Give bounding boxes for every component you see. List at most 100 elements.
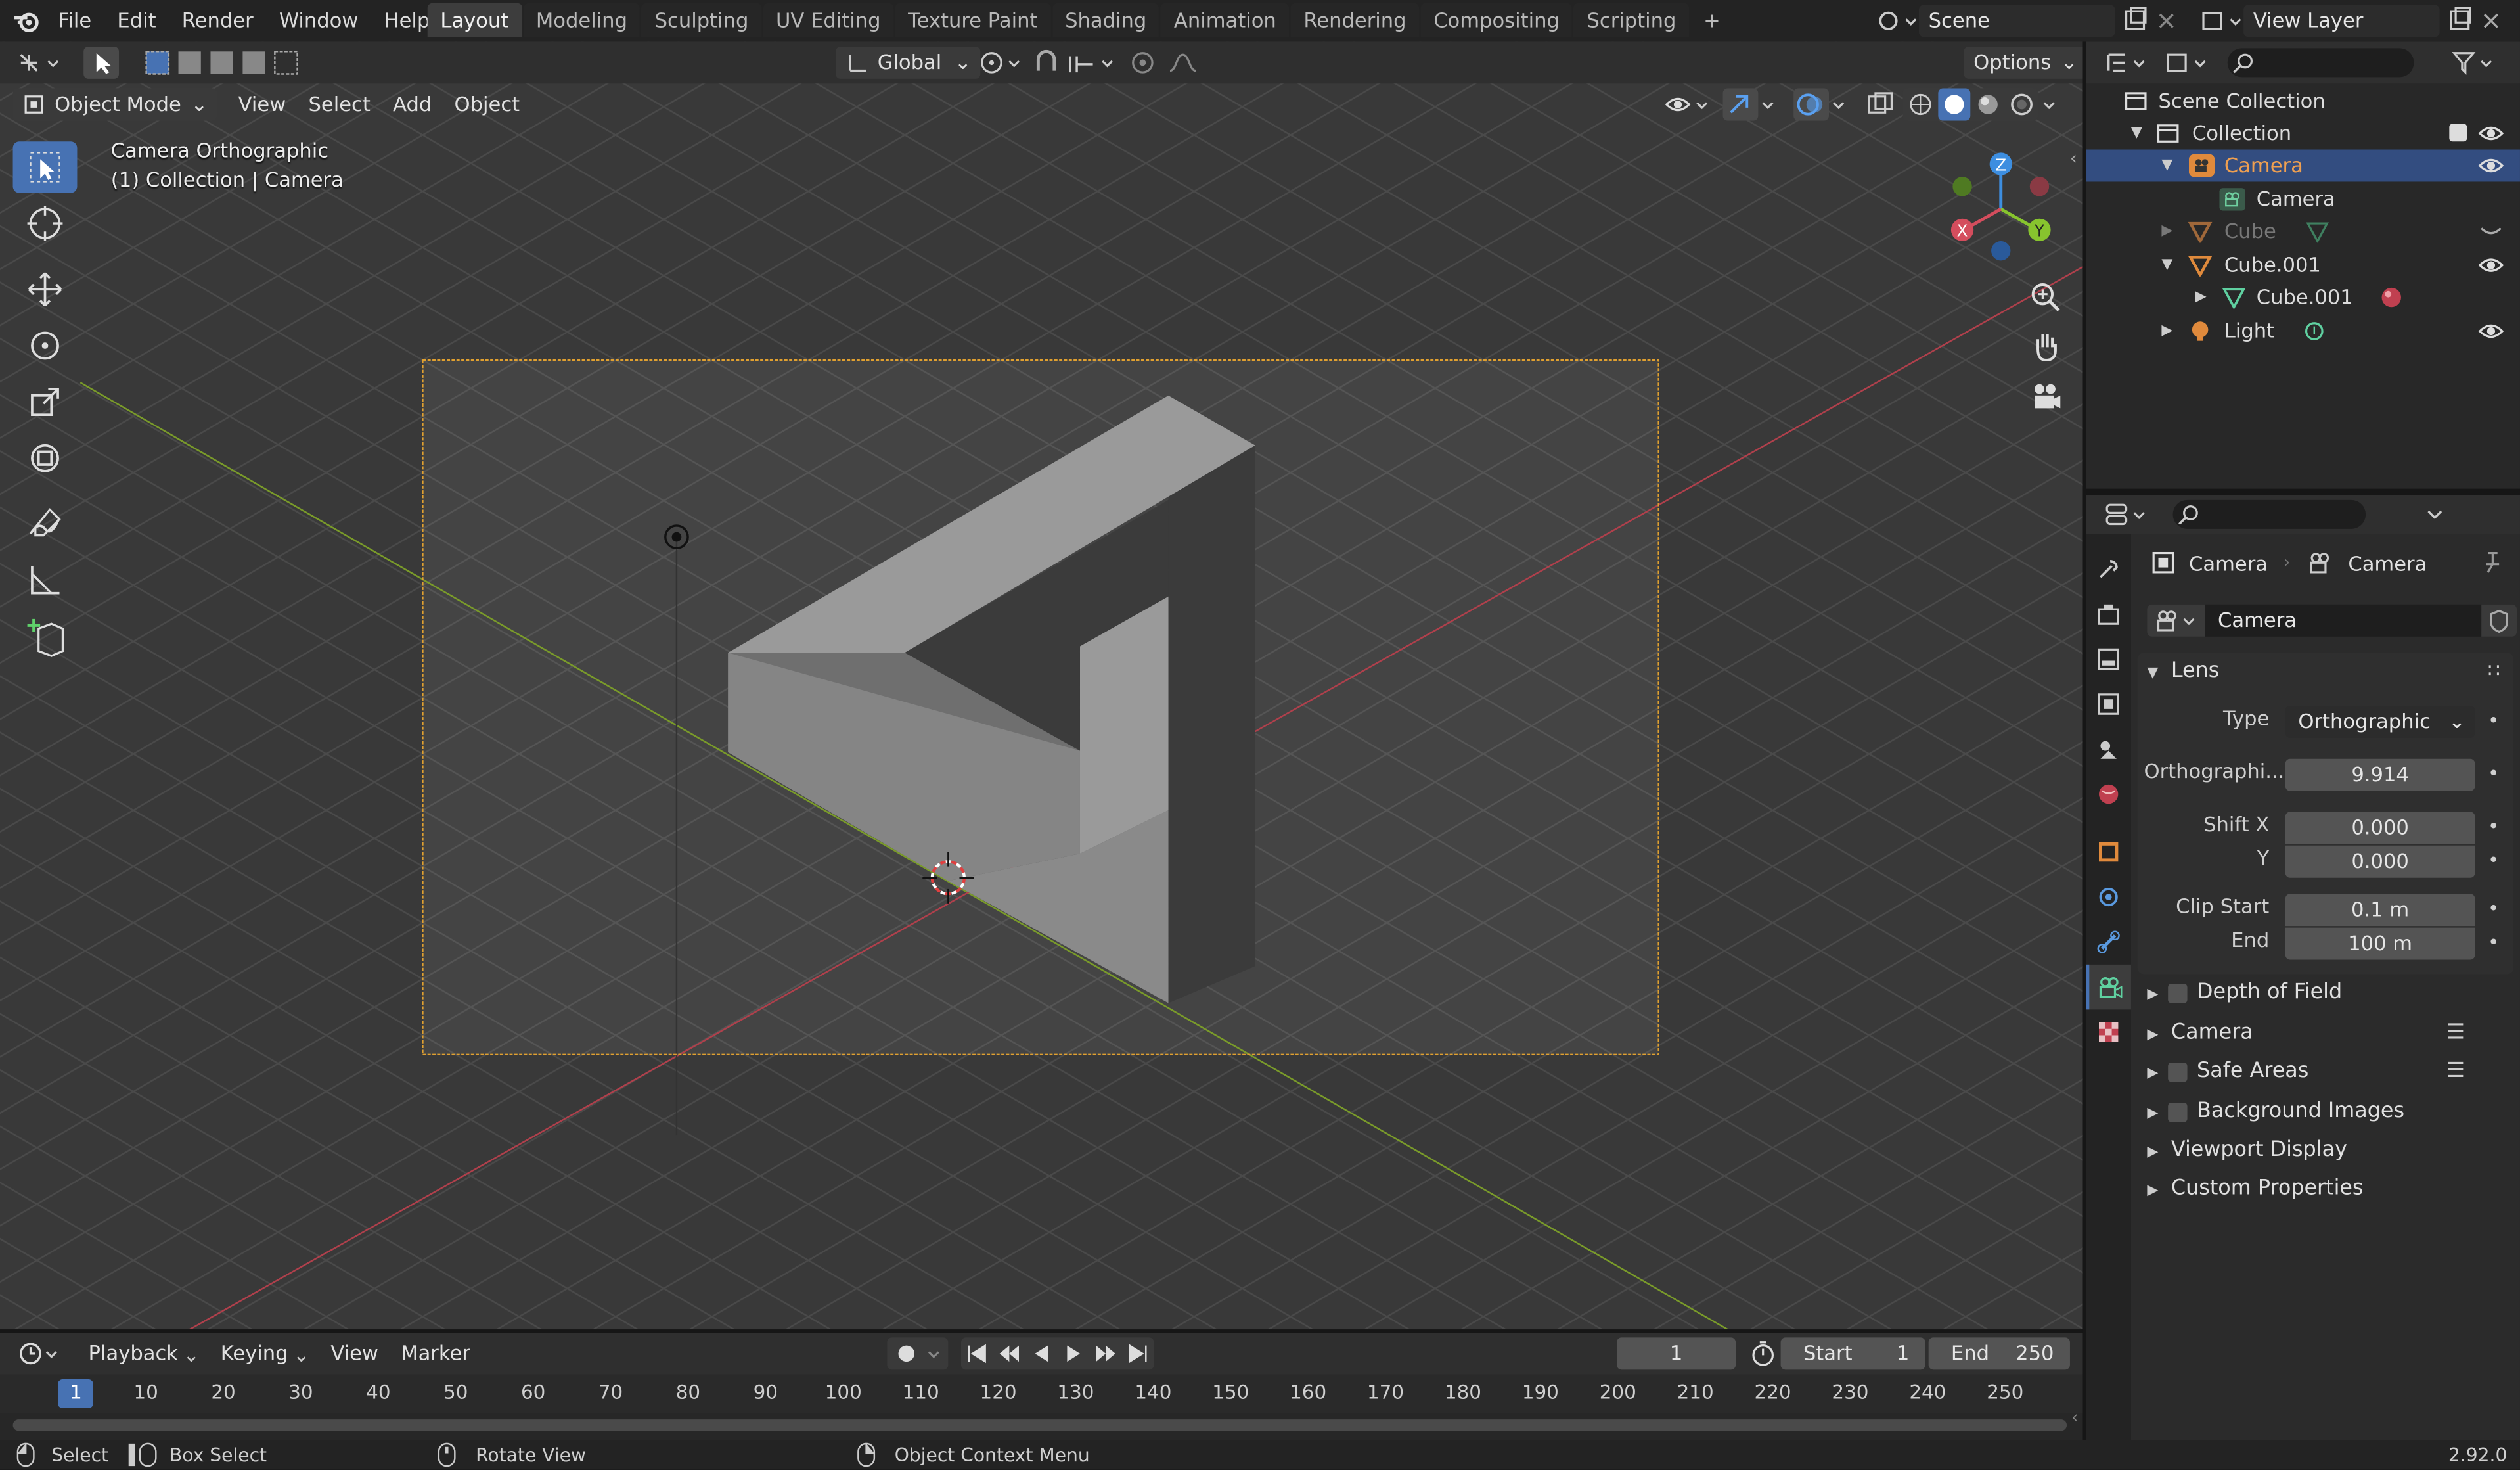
xray-toggle-icon[interactable] bbox=[1864, 89, 1897, 121]
clip-start-field[interactable]: 0.1 m bbox=[2285, 894, 2475, 927]
scene-name-field[interactable]: Scene bbox=[1919, 5, 2115, 37]
region-arrow-icon[interactable]: ‹ bbox=[2071, 1410, 2078, 1427]
record-button[interactable] bbox=[887, 1337, 949, 1370]
tab-render[interactable] bbox=[2086, 591, 2130, 636]
expand-arrow-icon[interactable]: ▶ bbox=[2161, 315, 2172, 347]
shift-x-field[interactable]: 0.000 bbox=[2285, 812, 2475, 844]
outliner-row-light[interactable]: ▶ Light bbox=[2086, 315, 2520, 347]
overlays-toggle-icon[interactable] bbox=[1793, 88, 1830, 121]
expand-arrow-icon[interactable]: ▶ bbox=[2195, 281, 2207, 313]
jump-end-icon[interactable] bbox=[1122, 1341, 1154, 1366]
area-divider[interactable] bbox=[2086, 488, 2520, 495]
tab-output[interactable] bbox=[2086, 637, 2130, 681]
pin-icon[interactable] bbox=[2478, 550, 2504, 576]
scene-selector[interactable]: Scene bbox=[1874, 5, 2180, 37]
panel-background-images[interactable]: ▶ Background Images bbox=[2147, 1093, 2513, 1132]
dof-checkbox[interactable] bbox=[2168, 982, 2188, 1003]
measure-tool[interactable] bbox=[13, 555, 78, 606]
presets-list-icon[interactable]: ☰ bbox=[2446, 1015, 2465, 1053]
menu-select[interactable]: Select bbox=[297, 85, 382, 124]
next-keyframe-icon[interactable] bbox=[1090, 1341, 1122, 1366]
tab-constraints[interactable] bbox=[2086, 919, 2130, 964]
outliner-row-cube[interactable]: ▶ Cube bbox=[2086, 216, 2520, 248]
tab-world[interactable] bbox=[2086, 771, 2130, 816]
tab-modeling[interactable]: Modeling bbox=[523, 3, 641, 37]
outliner-editor-icon[interactable] bbox=[2102, 48, 2153, 77]
tab-layout[interactable]: Layout bbox=[427, 3, 522, 37]
view-layer-selector[interactable]: View Layer bbox=[2199, 5, 2504, 37]
expand-arrow-icon[interactable]: ▼ bbox=[2161, 249, 2172, 281]
outliner-row-cube-001-data[interactable]: ▶ Cube.001 bbox=[2086, 281, 2520, 313]
options-dropdown[interactable]: Options ⌄ bbox=[1964, 46, 2083, 79]
new-scene-icon[interactable] bbox=[2121, 7, 2150, 35]
add-cube-tool[interactable] bbox=[13, 611, 78, 662]
delete-view-layer-icon[interactable] bbox=[2478, 7, 2504, 35]
shift-y-field[interactable]: 0.000 bbox=[2285, 845, 2475, 878]
proportional-editing-icon[interactable] bbox=[1128, 48, 1211, 77]
lens-panel-header[interactable]: ▼ Lens bbox=[2147, 653, 2219, 691]
eye-icon[interactable] bbox=[2478, 320, 2504, 342]
tab-rendering[interactable]: Rendering bbox=[1290, 3, 1420, 37]
camera-datablock-name[interactable]: Camera bbox=[2205, 604, 2482, 637]
view-layer-name-field[interactable]: View Layer bbox=[2243, 5, 2440, 37]
shading-mode-icons[interactable] bbox=[1902, 88, 2038, 121]
outliner-scene-collection[interactable]: Scene Collection bbox=[2086, 85, 2520, 118]
3d-viewport[interactable]: Global ⌄ Options ⌄ Object Mode ⌄ View Se… bbox=[0, 41, 2083, 1330]
shading-dropdown-icon[interactable] bbox=[2038, 89, 2063, 121]
options-chevron-icon[interactable] bbox=[2420, 500, 2449, 529]
pan-hand-icon[interactable] bbox=[2028, 330, 2063, 365]
tab-view-layer[interactable] bbox=[2086, 681, 2130, 726]
ortho-scale-field[interactable]: 9.914 bbox=[2285, 758, 2475, 791]
menu-view[interactable]: View bbox=[319, 1335, 390, 1373]
zoom-icon[interactable] bbox=[2028, 280, 2063, 315]
new-view-layer-icon[interactable] bbox=[2446, 7, 2475, 35]
menu-object[interactable]: Object bbox=[443, 85, 531, 124]
filter-icon[interactable] bbox=[2449, 48, 2497, 77]
stopwatch-icon[interactable] bbox=[1749, 1339, 1778, 1368]
expand-arrow-icon[interactable]: ▼ bbox=[2161, 150, 2172, 182]
eye-icon[interactable] bbox=[2478, 154, 2504, 177]
rotate-tool[interactable] bbox=[13, 320, 78, 371]
eye-icon[interactable] bbox=[2478, 254, 2504, 277]
outliner-row-collection[interactable]: ▼ Collection bbox=[2086, 118, 2520, 150]
camera-view-icon[interactable] bbox=[2028, 379, 2063, 415]
panel-custom-properties[interactable]: ▶ Custom Properties bbox=[2147, 1170, 2513, 1209]
keyframe-dot[interactable]: • bbox=[2488, 849, 2499, 871]
menu-marker[interactable]: Marker bbox=[390, 1335, 482, 1373]
timeline-scrollbar[interactable] bbox=[12, 1419, 2067, 1431]
properties-editor-icon[interactable] bbox=[2102, 500, 2153, 529]
clip-end-field[interactable]: 100 m bbox=[2285, 927, 2475, 960]
outliner-row-camera[interactable]: ▼ Camera bbox=[2086, 149, 2520, 182]
menu-playback[interactable]: Playback bbox=[77, 1335, 189, 1373]
editor-type-icon[interactable] bbox=[13, 47, 64, 79]
add-workspace-button[interactable]: + bbox=[1690, 3, 1733, 37]
tab-object[interactable] bbox=[2086, 829, 2130, 874]
menu-view[interactable]: View bbox=[227, 85, 298, 124]
tab-tool[interactable] bbox=[2086, 547, 2130, 591]
menu-window[interactable]: Window bbox=[266, 0, 371, 42]
eye-icon[interactable] bbox=[2478, 122, 2504, 145]
fake-user-icon[interactable] bbox=[2481, 604, 2517, 637]
jump-start-icon[interactable] bbox=[961, 1341, 993, 1366]
play-reverse-icon[interactable] bbox=[1025, 1341, 1058, 1366]
presets-list-icon[interactable]: ☰ bbox=[2446, 1053, 2465, 1091]
expand-arrow-icon[interactable]: ▶ bbox=[2161, 216, 2172, 248]
select-box-tool[interactable] bbox=[12, 141, 78, 193]
timeline-editor-icon[interactable] bbox=[16, 1339, 64, 1368]
area-divider[interactable] bbox=[2082, 41, 2086, 1440]
snap-icon[interactable] bbox=[1032, 48, 1122, 77]
exclude-checkbox[interactable] bbox=[2449, 124, 2467, 142]
start-frame-field[interactable]: Start 1 bbox=[1780, 1337, 1925, 1370]
outliner-search-input[interactable] bbox=[2227, 48, 2414, 78]
panel-depth-of-field[interactable]: ▶ Depth of Field bbox=[2147, 975, 2513, 1013]
move-tool[interactable] bbox=[13, 264, 78, 315]
tab-scene[interactable] bbox=[2086, 727, 2130, 771]
visibility-icon[interactable] bbox=[1662, 89, 1713, 121]
keyframe-dot[interactable]: • bbox=[2488, 709, 2499, 731]
area-divider[interactable] bbox=[0, 1329, 2083, 1333]
pivot-point-icon[interactable] bbox=[977, 48, 1025, 77]
tab-uv-editing[interactable]: UV Editing bbox=[763, 3, 894, 37]
mode-dropdown[interactable]: Object Mode ⌄ bbox=[12, 88, 217, 121]
menu-keying[interactable]: Keying bbox=[210, 1335, 300, 1373]
blender-logo-icon[interactable] bbox=[13, 8, 42, 34]
